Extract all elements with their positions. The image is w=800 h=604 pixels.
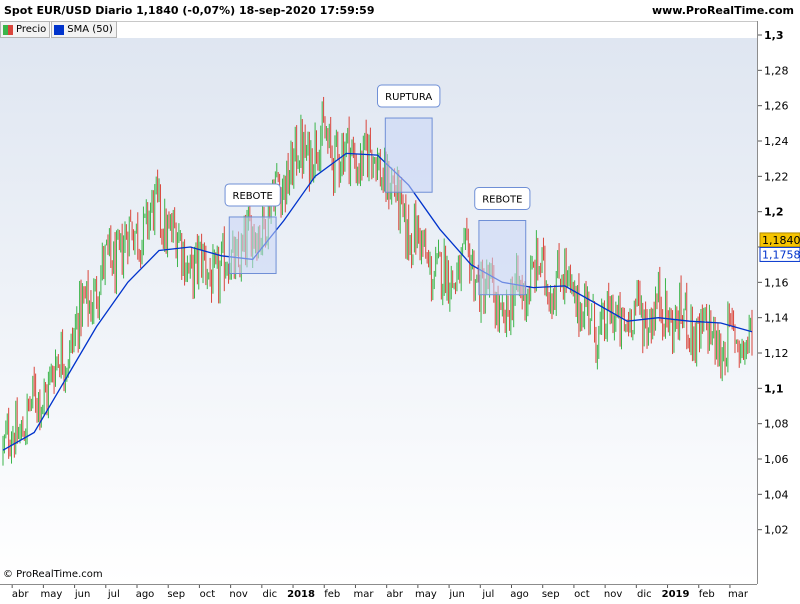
chart-svg: REBOTE RUPTURA REBOTE bbox=[2, 84, 753, 466]
x-tick-label: sep bbox=[542, 589, 560, 600]
x-tick-label: feb bbox=[699, 589, 715, 600]
y-tick-label: 1,04 bbox=[764, 488, 789, 501]
x-tick-label: sep bbox=[167, 589, 185, 600]
copyright-text: © ProRealTime.com bbox=[3, 569, 103, 580]
last-price-tag-label: 1,1840 bbox=[762, 234, 800, 247]
legend-item-price[interactable]: Precio bbox=[0, 21, 51, 38]
y-tick-label: 1,1 bbox=[764, 382, 784, 395]
y-tick-label: 1,28 bbox=[764, 64, 789, 77]
y-tick-label: 1,2 bbox=[764, 206, 784, 219]
x-tick-label: oct bbox=[574, 589, 590, 600]
legend-item-sma[interactable]: SMA (50) bbox=[51, 21, 117, 38]
x-tick-label: may bbox=[40, 589, 62, 600]
sma-swatch-icon bbox=[54, 24, 65, 35]
x-tick-label: mar bbox=[728, 589, 749, 600]
x-tick-label: dic bbox=[637, 589, 652, 600]
x-tick-label: jul bbox=[481, 589, 494, 600]
legend-bar: Precio SMA (50) bbox=[0, 21, 118, 38]
sma-tag-label: 1,1758 bbox=[762, 248, 800, 261]
x-tick-label: oct bbox=[200, 589, 216, 600]
y-tick-label: 1,12 bbox=[764, 347, 789, 360]
x-tick-label: 2019 bbox=[662, 589, 690, 600]
y-tick-label: 1,3 bbox=[764, 29, 784, 42]
x-tick-label: jun bbox=[74, 589, 90, 600]
annotation-box bbox=[384, 117, 433, 193]
x-tick-label: nov bbox=[229, 589, 247, 600]
x-tick-label: nov bbox=[604, 589, 622, 600]
y-tick-label: 1,24 bbox=[764, 135, 789, 148]
candlestick-icon bbox=[3, 24, 13, 35]
y-tick-label: 1,14 bbox=[764, 312, 789, 325]
y-tick-label: 1,26 bbox=[764, 100, 789, 113]
x-tick-label: ago bbox=[136, 589, 155, 600]
x-tick-label: abr bbox=[386, 589, 403, 600]
chart-area[interactable]: REBOTE RUPTURA REBOTE bbox=[0, 38, 757, 584]
title-bar: Spot EUR/USD Diario 1,1840 (-0,07%) 18-s… bbox=[0, 0, 800, 22]
y-axis-svg: 1,021,041,061,081,11,121,141,161,181,21,… bbox=[758, 29, 800, 537]
x-axis[interactable]: abr may jun jul ago sep oct nov dic 2018 feb mar abr… bbox=[0, 584, 778, 601]
annotation-label: REBOTE bbox=[233, 191, 273, 202]
x-tick-label: mar bbox=[353, 589, 374, 600]
x-tick-label: abr bbox=[12, 589, 29, 600]
x-axis-svg: abr may jun jul ago sep oct nov dic 2018 feb mar abr… bbox=[11, 585, 778, 600]
annotation-label: RUPTURA bbox=[385, 92, 432, 103]
legend-label-sma: SMA (50) bbox=[67, 24, 113, 35]
x-tick-label: jun bbox=[448, 589, 464, 600]
chart-title: Spot EUR/USD Diario 1,1840 (-0,07%) 18-s… bbox=[4, 4, 375, 17]
site-link[interactable]: www.ProRealTime.com bbox=[652, 4, 794, 17]
legend-label-price: Precio bbox=[16, 24, 47, 35]
annotation-box bbox=[228, 216, 277, 275]
x-tick-label: feb bbox=[324, 589, 340, 600]
x-tick-label: may bbox=[415, 589, 437, 600]
y-tick-label: 1,16 bbox=[764, 276, 789, 289]
annotation-box bbox=[478, 220, 527, 296]
x-tick-label: dic bbox=[263, 589, 278, 600]
x-tick-label: ago bbox=[510, 589, 529, 600]
y-tick-label: 1,02 bbox=[764, 524, 789, 537]
annotation-label: REBOTE bbox=[482, 195, 522, 206]
y-axis[interactable]: 1,021,041,061,081,11,121,141,161,181,21,… bbox=[757, 21, 800, 584]
y-tick-label: 1,06 bbox=[764, 453, 789, 466]
y-tick-label: 1,08 bbox=[764, 418, 789, 431]
x-tick-label: 2018 bbox=[287, 589, 315, 600]
y-tick-label: 1,22 bbox=[764, 170, 789, 183]
x-tick-label: jul bbox=[107, 589, 120, 600]
candles bbox=[2, 96, 753, 466]
